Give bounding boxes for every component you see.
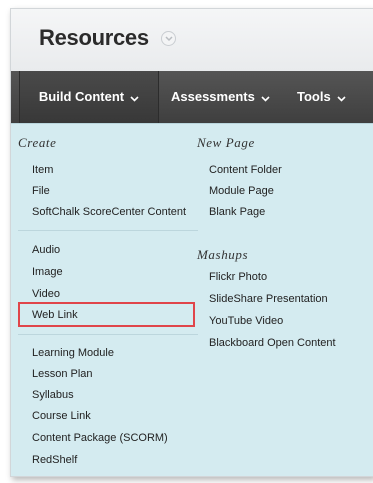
tab-tools[interactable]: Tools: [297, 71, 346, 123]
menu-item-file[interactable]: File: [32, 185, 50, 197]
chevron-down-icon: [337, 72, 346, 124]
menu-item-slideshare[interactable]: SlideShare Presentation: [209, 293, 328, 305]
page-title: Resources: [39, 25, 149, 50]
tab-build-content[interactable]: Build Content: [19, 71, 159, 123]
tab-label: Build Content: [38, 89, 125, 104]
menu-item-youtube-video[interactable]: YouTube Video: [209, 315, 283, 327]
menu-item-softchalk[interactable]: SoftChalk ScoreCenter Content: [32, 206, 186, 218]
menu-item-course-link[interactable]: Course Link: [32, 410, 91, 422]
menu-item-blackboard-open-content[interactable]: Blackboard Open Content: [209, 337, 336, 349]
menubar: Build Content Assessments Tools: [11, 71, 373, 123]
chevron-down-icon: [130, 72, 139, 124]
tab-label: Assessments: [171, 89, 255, 104]
menu-item-web-link[interactable]: Web Link: [32, 309, 78, 321]
section-heading-new-page: New Page: [197, 135, 255, 150]
menu-item-learning-module[interactable]: Learning Module: [32, 347, 114, 359]
menu-item-syllabus[interactable]: Syllabus: [32, 389, 74, 401]
chevron-down-icon[interactable]: [161, 31, 176, 46]
menu-item-module-page[interactable]: Module Page: [209, 185, 274, 197]
menu-item-content-package[interactable]: Content Package (SCORM): [32, 432, 168, 444]
chevron-down-icon: [261, 72, 270, 124]
divider: [18, 230, 198, 231]
build-content-menu: Create Item File SoftChalk ScoreCenter C…: [11, 123, 373, 476]
menu-item-video[interactable]: Video: [32, 288, 60, 300]
tab-label: Tools: [297, 89, 331, 104]
section-heading-mashups: Mashups: [197, 247, 249, 262]
tab-assessments[interactable]: Assessments: [171, 71, 270, 123]
menu-item-flickr-photo[interactable]: Flickr Photo: [209, 271, 267, 283]
content-window: Resources Build Content Assessments Tool…: [10, 8, 373, 477]
section-heading-create: Create: [18, 135, 57, 150]
divider: [18, 334, 198, 335]
menu-item-image[interactable]: Image: [32, 266, 63, 278]
menu-item-content-folder[interactable]: Content Folder: [209, 164, 282, 176]
menu-item-lesson-plan[interactable]: Lesson Plan: [32, 368, 93, 380]
menu-item-audio[interactable]: Audio: [32, 244, 60, 256]
title-bar: Resources: [11, 9, 373, 71]
menu-item-item[interactable]: Item: [32, 164, 53, 176]
menu-item-blank-page[interactable]: Blank Page: [209, 206, 265, 218]
menu-item-redshelf[interactable]: RedShelf: [32, 454, 77, 466]
